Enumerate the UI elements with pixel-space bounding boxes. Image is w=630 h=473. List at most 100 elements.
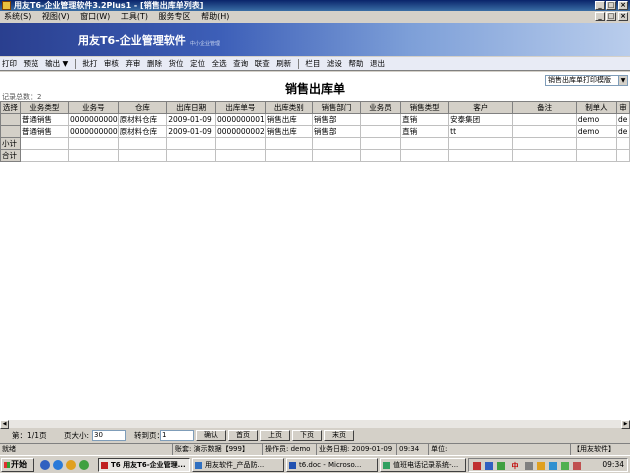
row-select-cell[interactable] (0, 125, 21, 138)
last-page-button[interactable]: 末页 (324, 430, 354, 441)
browser-icon (195, 462, 202, 469)
messenger-icon[interactable] (66, 460, 76, 470)
tray-icon[interactable] (573, 462, 581, 470)
task-word[interactable]: t6.doc - Microso... (286, 458, 378, 472)
filter-settings-button[interactable]: 滤设 (325, 57, 344, 71)
task-t6[interactable]: T6 用友T6-企业管理... (98, 458, 190, 472)
window-title-bar[interactable]: 用友T6-企业管理软件3.2Plus1 - [销售出库单列表] _ □ × (0, 0, 630, 11)
table-row[interactable]: 普通销售 0000000000 原材料仓库 2009-01-09 0000000… (0, 113, 630, 126)
table-row[interactable]: 普通销售 0000000000 原材料仓库 2009-01-09 0000000… (0, 125, 630, 138)
network-icon[interactable] (561, 462, 569, 470)
status-time: 09:34 (396, 444, 426, 455)
task-label: 值班电话记录系统-... (393, 461, 459, 469)
inner-minimize-button[interactable]: _ (595, 12, 605, 21)
menu-bar: 系统(S) 视图(V) 窗口(W) 工具(T) 服务专区 帮助(H) _ □ × (0, 11, 630, 23)
scroll-left-icon[interactable]: ◀ (0, 420, 9, 429)
banner-subtitle: 中小企业管理 (190, 41, 221, 47)
approve-button[interactable]: 审核 (102, 57, 121, 71)
locate-button[interactable]: 定位 (188, 57, 207, 71)
menu-system[interactable]: 系统(S) (0, 11, 35, 23)
tray-icon[interactable] (485, 462, 493, 470)
menu-help[interactable]: 帮助(H) (197, 11, 233, 23)
inner-maximize-button[interactable]: □ (606, 12, 616, 21)
taskbar: 开始 T6 用友T6-企业管理... 用友软件_产品防... t6.doc - … (0, 455, 630, 473)
first-page-button[interactable]: 首页 (228, 430, 258, 441)
table-cell: 销售出库 (264, 113, 313, 126)
menu-service[interactable]: 服务专区 (155, 11, 195, 23)
maximize-button[interactable]: □ (606, 1, 616, 10)
menu-tools[interactable]: 工具(T) (117, 11, 152, 23)
tray-icon[interactable] (525, 462, 533, 470)
linked-query-button[interactable]: 联查 (253, 57, 272, 71)
prev-page-button[interactable]: 上页 (260, 430, 290, 441)
task-duty-phone[interactable]: 值班电话记录系统-... (380, 458, 466, 472)
preview-button[interactable]: 预览 (22, 57, 41, 71)
page-size-label: 页大小: (64, 431, 90, 440)
start-button[interactable]: 开始 (1, 458, 34, 472)
ime-icon[interactable]: 中 (511, 462, 519, 470)
goto-page-input[interactable]: 1 (160, 430, 194, 441)
col-outbound-no[interactable]: 出库单号 (215, 101, 266, 114)
subtotal-row: 小计 (0, 137, 630, 150)
menu-window[interactable]: 窗口(W) (76, 11, 114, 23)
word-icon (289, 462, 296, 469)
help-button[interactable]: 帮助 (346, 57, 365, 71)
next-page-button[interactable]: 下页 (292, 430, 322, 441)
toolbar-separator (74, 58, 76, 69)
col-outbound-category[interactable]: 出库类别 (264, 101, 313, 114)
table-cell: 销售部 (311, 125, 361, 138)
scroll-right-icon[interactable]: ▶ (621, 420, 630, 429)
table-cell (359, 113, 402, 126)
page-title: 销售出库单 (284, 82, 345, 96)
col-select[interactable]: 选择 (0, 101, 21, 114)
col-salesperson[interactable]: 业务员 (359, 101, 402, 114)
col-sales-type[interactable]: 销售类型 (400, 101, 450, 114)
col-creator[interactable]: 制单人 (575, 101, 618, 114)
minimize-button[interactable]: _ (595, 1, 605, 10)
media-icon[interactable] (79, 460, 89, 470)
col-sales-dept[interactable]: 销售部门 (311, 101, 361, 114)
print-button[interactable]: 打印 (0, 57, 19, 71)
sales-outbound-table: 选择 业务类型 业务号 仓库 出库日期 出库单号 出库类别 销售部门 业务员 销… (0, 101, 630, 162)
page-size-input[interactable]: 30 (92, 430, 126, 441)
task-antifake[interactable]: 用友软件_产品防... (192, 458, 284, 472)
batch-print-button[interactable]: 批打 (80, 57, 99, 71)
row-select-cell[interactable] (0, 113, 21, 126)
clock[interactable]: 09:34 (602, 459, 624, 471)
confirm-button[interactable]: 确认 (196, 430, 226, 441)
status-account: 账套: 演示数据【999】 (172, 444, 260, 455)
output-button[interactable]: 输出 ▼ (43, 57, 70, 71)
menu-view[interactable]: 视图(V) (38, 11, 74, 23)
table-cell: 0000000000 (67, 125, 119, 138)
status-brand: 【用友软件】 (570, 444, 630, 455)
delete-button[interactable]: 删除 (145, 57, 164, 71)
tray-icon[interactable] (473, 462, 481, 470)
app-icon (2, 1, 11, 10)
query-button[interactable]: 查询 (231, 57, 250, 71)
col-remark[interactable]: 备注 (512, 101, 577, 114)
location-button[interactable]: 货位 (167, 57, 186, 71)
close-button[interactable]: × (618, 1, 628, 10)
subtotal-label: 小计 (0, 137, 21, 150)
col-warehouse[interactable]: 仓库 (117, 101, 168, 114)
ie-icon[interactable] (53, 460, 63, 470)
columns-button[interactable]: 栏目 (303, 57, 322, 71)
toolbar: 打印 预览 输出 ▼ 批打 审核 弃审 删除 货位 定位 全选 查询 联查 刷新… (0, 57, 630, 71)
task-label: 用友软件_产品防... (205, 461, 265, 469)
desktop-icon[interactable] (40, 460, 50, 470)
col-customer[interactable]: 客户 (448, 101, 514, 114)
tray-icon[interactable] (497, 462, 505, 470)
exit-button[interactable]: 退出 (368, 57, 387, 71)
col-outbound-date[interactable]: 出库日期 (166, 101, 217, 114)
volume-icon[interactable] (549, 462, 557, 470)
col-approver[interactable]: 审 (616, 101, 630, 114)
select-all-button[interactable]: 全选 (210, 57, 229, 71)
horizontal-scrollbar[interactable]: ◀ ▶ (0, 419, 630, 429)
refresh-button[interactable]: 刷新 (274, 57, 293, 71)
col-business-type[interactable]: 业务类型 (19, 101, 69, 114)
unapprove-button[interactable]: 弃审 (123, 57, 142, 71)
tray-icon[interactable] (537, 462, 545, 470)
status-operator: 操作员: demo (262, 444, 314, 455)
inner-close-button[interactable]: × (618, 12, 628, 21)
col-business-no[interactable]: 业务号 (67, 101, 119, 114)
